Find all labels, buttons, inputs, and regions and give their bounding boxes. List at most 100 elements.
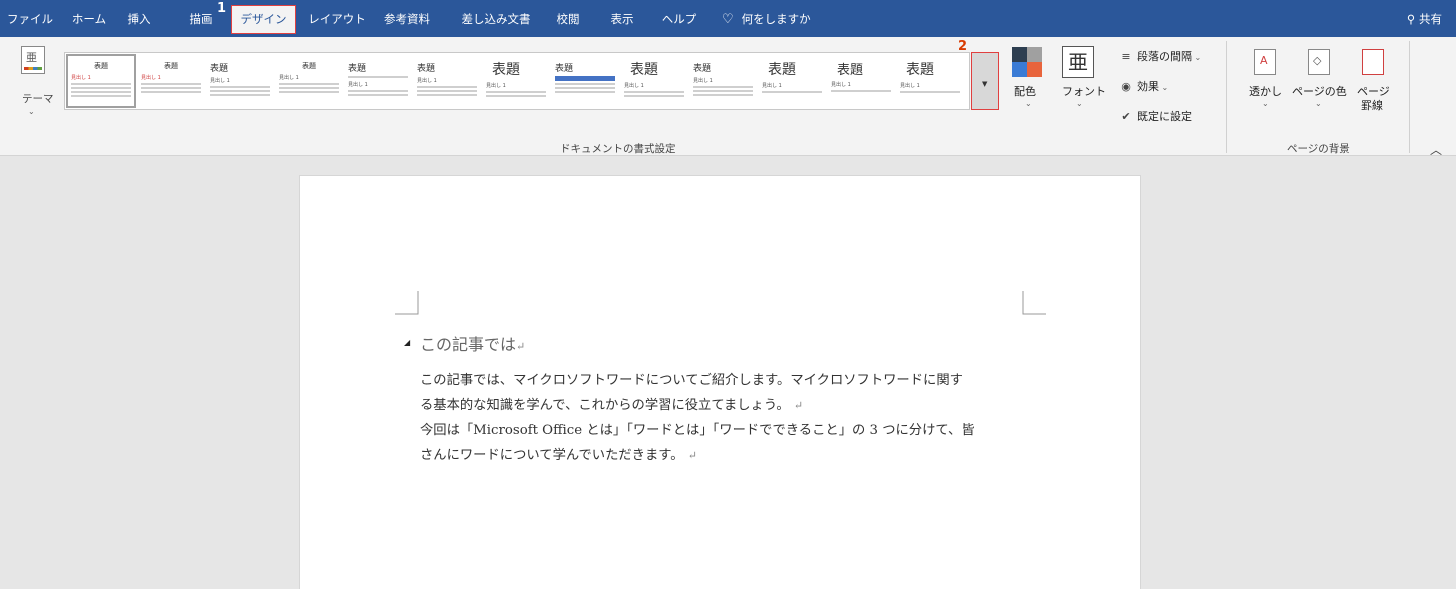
themes-button[interactable]: 亜 テーマ ⌄ [12,45,54,123]
share-label: 共有 [1419,12,1442,26]
style-title: 表題 [164,62,178,70]
page-color-label: ページの色 [1292,85,1347,98]
fonts-label: フォント [1062,85,1106,98]
ribbon-panel: 亜 テーマ ⌄ 表題 見出し 1 表題 見出し 1 表題 見出し 1 表題 見出し 1 … [0,37,1456,158]
tell-me-box[interactable]: ♡ 何をしますか [722,5,811,34]
tab-help[interactable]: ヘルプ [657,5,701,34]
style-heading: 見出し 1 [141,75,161,81]
fonts-icon: 亜 [1062,46,1094,78]
body-line-4[interactable]: さんにワードについて学んでいただきます。 ↵ [420,443,1030,468]
body-line-1[interactable]: この記事では、マイクロソフトワードについてご紹介します。マイクロソフトワードに関… [420,368,1030,393]
tell-me-label: 何をしますか [741,12,811,26]
style-set-item[interactable]: 表題 見出し 1 [137,55,205,107]
tab-view[interactable]: 表示 [607,5,637,34]
watermark-icon: A [1254,49,1276,75]
set-as-default-label: 既定に設定 [1137,110,1192,123]
lightbulb-icon: ♡ [722,12,734,27]
crop-mark-left [395,291,419,315]
person-icon: ⚲ [1406,12,1419,26]
tab-draw[interactable]: 描画 [186,5,216,34]
chevron-down-icon: ⌄ [28,107,35,116]
style-set-item[interactable]: 表題 見出し 1 [896,55,964,107]
set-as-default-button[interactable]: ✔ 既定に設定 [1119,108,1192,124]
style-set-gallery: 表題 見出し 1 表題 見出し 1 表題 見出し 1 表題 見出し 1 表題 見出し 1 … [64,52,970,110]
style-heading: 見出し 1 [693,78,713,84]
style-title: 表題 [348,64,367,74]
style-set-item[interactable]: 表題見出し 1 [482,55,550,107]
style-title: 表題 [94,62,108,70]
body-line-3[interactable]: 今回は「Microsoft Office とは」「ワードとは」「ワードでできるこ… [420,418,1030,443]
style-set-item[interactable]: 表題 見出し 1 [758,55,826,107]
colors-label: 配色 [1014,85,1036,98]
body-line-2[interactable]: る基本的な知識を学んで、これからの学習に役立てましょう。 ↵ [420,393,1030,418]
collapse-ribbon-icon[interactable]: ︿ [1430,141,1442,158]
checkmark-icon: ✔ [1121,110,1131,123]
style-heading: 見出し 1 [210,78,230,84]
chevron-down-icon: ⌄ [1076,99,1083,108]
paragraph-spacing-button[interactable]: ≡ 段落の間隔 ⌄ [1119,48,1201,64]
style-title: 表題 [492,62,520,78]
style-set-item[interactable]: 表題見出し 1 [689,55,757,107]
tab-home[interactable]: ホーム [68,5,110,34]
collapse-heading-icon[interactable]: ◢ [404,338,410,347]
page-color-icon: ◇ [1308,49,1330,75]
style-set-item[interactable]: 表題見出し 1 [206,55,274,107]
style-heading: 見出し 1 [417,78,437,84]
style-title: 表題 [630,62,658,78]
colors-icon [1012,47,1042,77]
effects-icon: ◉ [1121,80,1131,93]
effects-button[interactable]: ◉ 効果 ⌄ [1119,78,1168,94]
body-line-4-text: さんにワードについて学んでいただきます。 [420,448,684,463]
body-line-2-text: る基本的な知識を学んで、これからの学習に役立てましょう。 [420,398,790,413]
style-set-item[interactable]: 表題 見出し 1 [827,55,895,107]
chevron-down-icon: ⌄ [1025,99,1032,108]
group-label-document-format: ドキュメントの書式設定 [560,143,676,155]
tab-references[interactable]: 参考資料 [380,5,434,34]
style-heading: 見出し 1 [900,83,920,89]
heading-text: この記事では [420,335,517,354]
themes-icon: 亜 [21,46,45,74]
style-title: 表題 [837,63,864,78]
style-title: 表題 [417,64,436,74]
style-title: 表題 [210,64,229,74]
group-label-page-background: ページの背景 [1287,143,1350,155]
group-divider [1409,41,1410,153]
style-heading: 見出し 1 [624,83,644,89]
tab-review[interactable]: 校閲 [553,5,583,34]
style-heading: 見出し 1 [762,83,782,89]
paragraph-spacing-icon: ≡ [1121,50,1131,63]
share-button[interactable]: ⚲ 共有 [1407,5,1442,34]
chevron-down-icon: ⌄ [1315,99,1322,108]
crop-mark-right [1022,291,1046,315]
gallery-more-button[interactable]: ▼ [971,52,999,110]
tab-design[interactable]: デザイン [231,5,296,34]
style-set-item[interactable]: 表題 [551,55,619,107]
step-marker-1: 1 [217,1,227,16]
style-set-item[interactable]: 表題 見出し 1 [275,55,343,107]
document-page[interactable]: ◢ この記事では↵ この記事では、マイクロソフトワードについてご紹介します。マイ… [299,175,1141,589]
ribbon-tab-bar: ファイル ホーム 挿入 描画 デザイン レイアウト 参考資料 差し込み文書 校閲… [0,0,1456,37]
themes-label: テーマ [22,93,54,105]
document-heading[interactable]: この記事では↵ [420,331,525,355]
style-set-item[interactable]: 表題 見出し 1 [344,55,412,107]
group-divider [1226,41,1227,153]
effects-label: 効果 [1137,80,1159,93]
chevron-down-icon: ▼ [982,80,988,88]
chevron-down-icon: ⌄ [1262,99,1269,108]
tab-insert[interactable]: 挿入 [124,5,154,34]
style-set-item[interactable]: 表題 見出し 1 [66,54,136,108]
tab-mailings[interactable]: 差し込み文書 [456,5,536,34]
step-marker-2: 2 [958,39,968,54]
paragraph-mark: ↵ [793,399,804,412]
page-borders-icon [1362,49,1384,75]
style-heading: 見出し 1 [486,83,506,89]
tab-layout[interactable]: レイアウト [306,5,368,34]
page-borders-label-2: 罫線 [1361,99,1383,112]
tab-file[interactable]: ファイル [6,5,54,34]
style-heading: 見出し 1 [279,75,299,81]
style-title: 表題 [693,64,712,74]
style-set-item[interactable]: 表題見出し 1 [413,55,481,107]
paragraph-spacing-label: 段落の間隔 [1137,50,1192,63]
style-heading: 見出し 1 [71,75,91,81]
style-set-item[interactable]: 表題見出し 1 [620,55,688,107]
